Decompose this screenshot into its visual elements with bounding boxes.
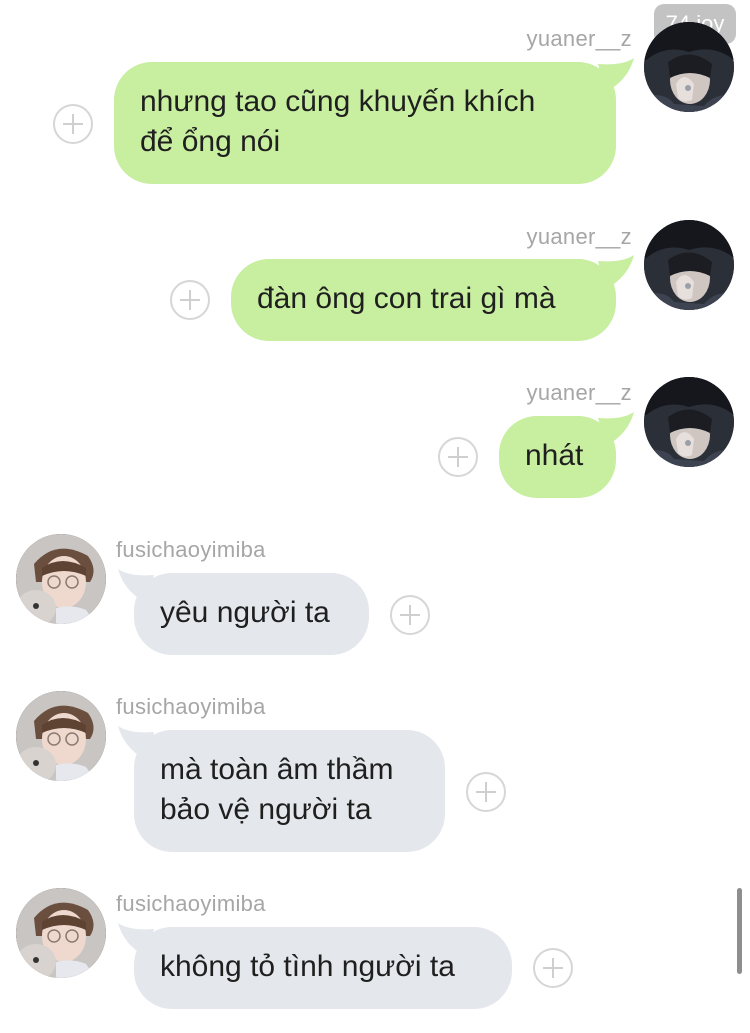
sender-username: fusichaoyimiba [116, 891, 266, 916]
sender-username: fusichaoyimiba [116, 694, 266, 719]
avatar-dark-hair-image [644, 377, 734, 467]
message-text-line: để ổng nói [140, 125, 281, 158]
sender-username: fusichaoyimiba [116, 537, 266, 562]
avatar-glasses-image [16, 534, 106, 624]
add-reaction-icon[interactable] [533, 948, 573, 988]
message-text-line: đàn ông con trai gì mà [257, 282, 556, 315]
add-reaction-icon[interactable] [170, 280, 210, 320]
message-bubble: nhát [499, 416, 616, 498]
add-reaction-icon[interactable] [438, 437, 478, 477]
avatar-dark-hair-image [644, 220, 734, 310]
message-text-line: không tỏ tình người ta [160, 950, 455, 983]
avatar[interactable] [16, 888, 106, 978]
avatar-glasses-image [16, 691, 106, 781]
avatar-dark-hair-image [644, 22, 734, 112]
message-text-line: nhát [525, 439, 584, 472]
message-text-line: mà toàn âm thầm [160, 753, 394, 786]
avatar-glasses-image [16, 888, 106, 978]
avatar[interactable] [644, 220, 734, 310]
message-bubble: đàn ông con trai gì mà [231, 259, 616, 341]
message-bubble: yêu người ta [134, 573, 369, 655]
message-bubble: mà toàn âm thầm bảo vệ người ta [134, 730, 445, 852]
avatar[interactable] [16, 691, 106, 781]
sender-username: yuaner__z [526, 26, 632, 51]
add-reaction-icon[interactable] [53, 104, 93, 144]
avatar[interactable] [644, 377, 734, 467]
scrollbar[interactable] [737, 888, 742, 974]
sender-username: yuaner__z [526, 380, 632, 405]
avatar[interactable] [644, 22, 734, 112]
message-text-line: yêu người ta [160, 596, 330, 629]
message-text-line: bảo vệ người ta [160, 793, 372, 826]
message-bubble: không tỏ tình người ta [134, 927, 512, 1009]
sender-username: yuaner__z [526, 224, 632, 249]
add-reaction-icon[interactable] [390, 595, 430, 635]
avatar[interactable] [16, 534, 106, 624]
message-text-line: nhưng tao cũng khuyến khích [140, 85, 536, 118]
message-bubble: nhưng tao cũng khuyến khích để ổng nói [114, 62, 616, 184]
add-reaction-icon[interactable] [466, 772, 506, 812]
